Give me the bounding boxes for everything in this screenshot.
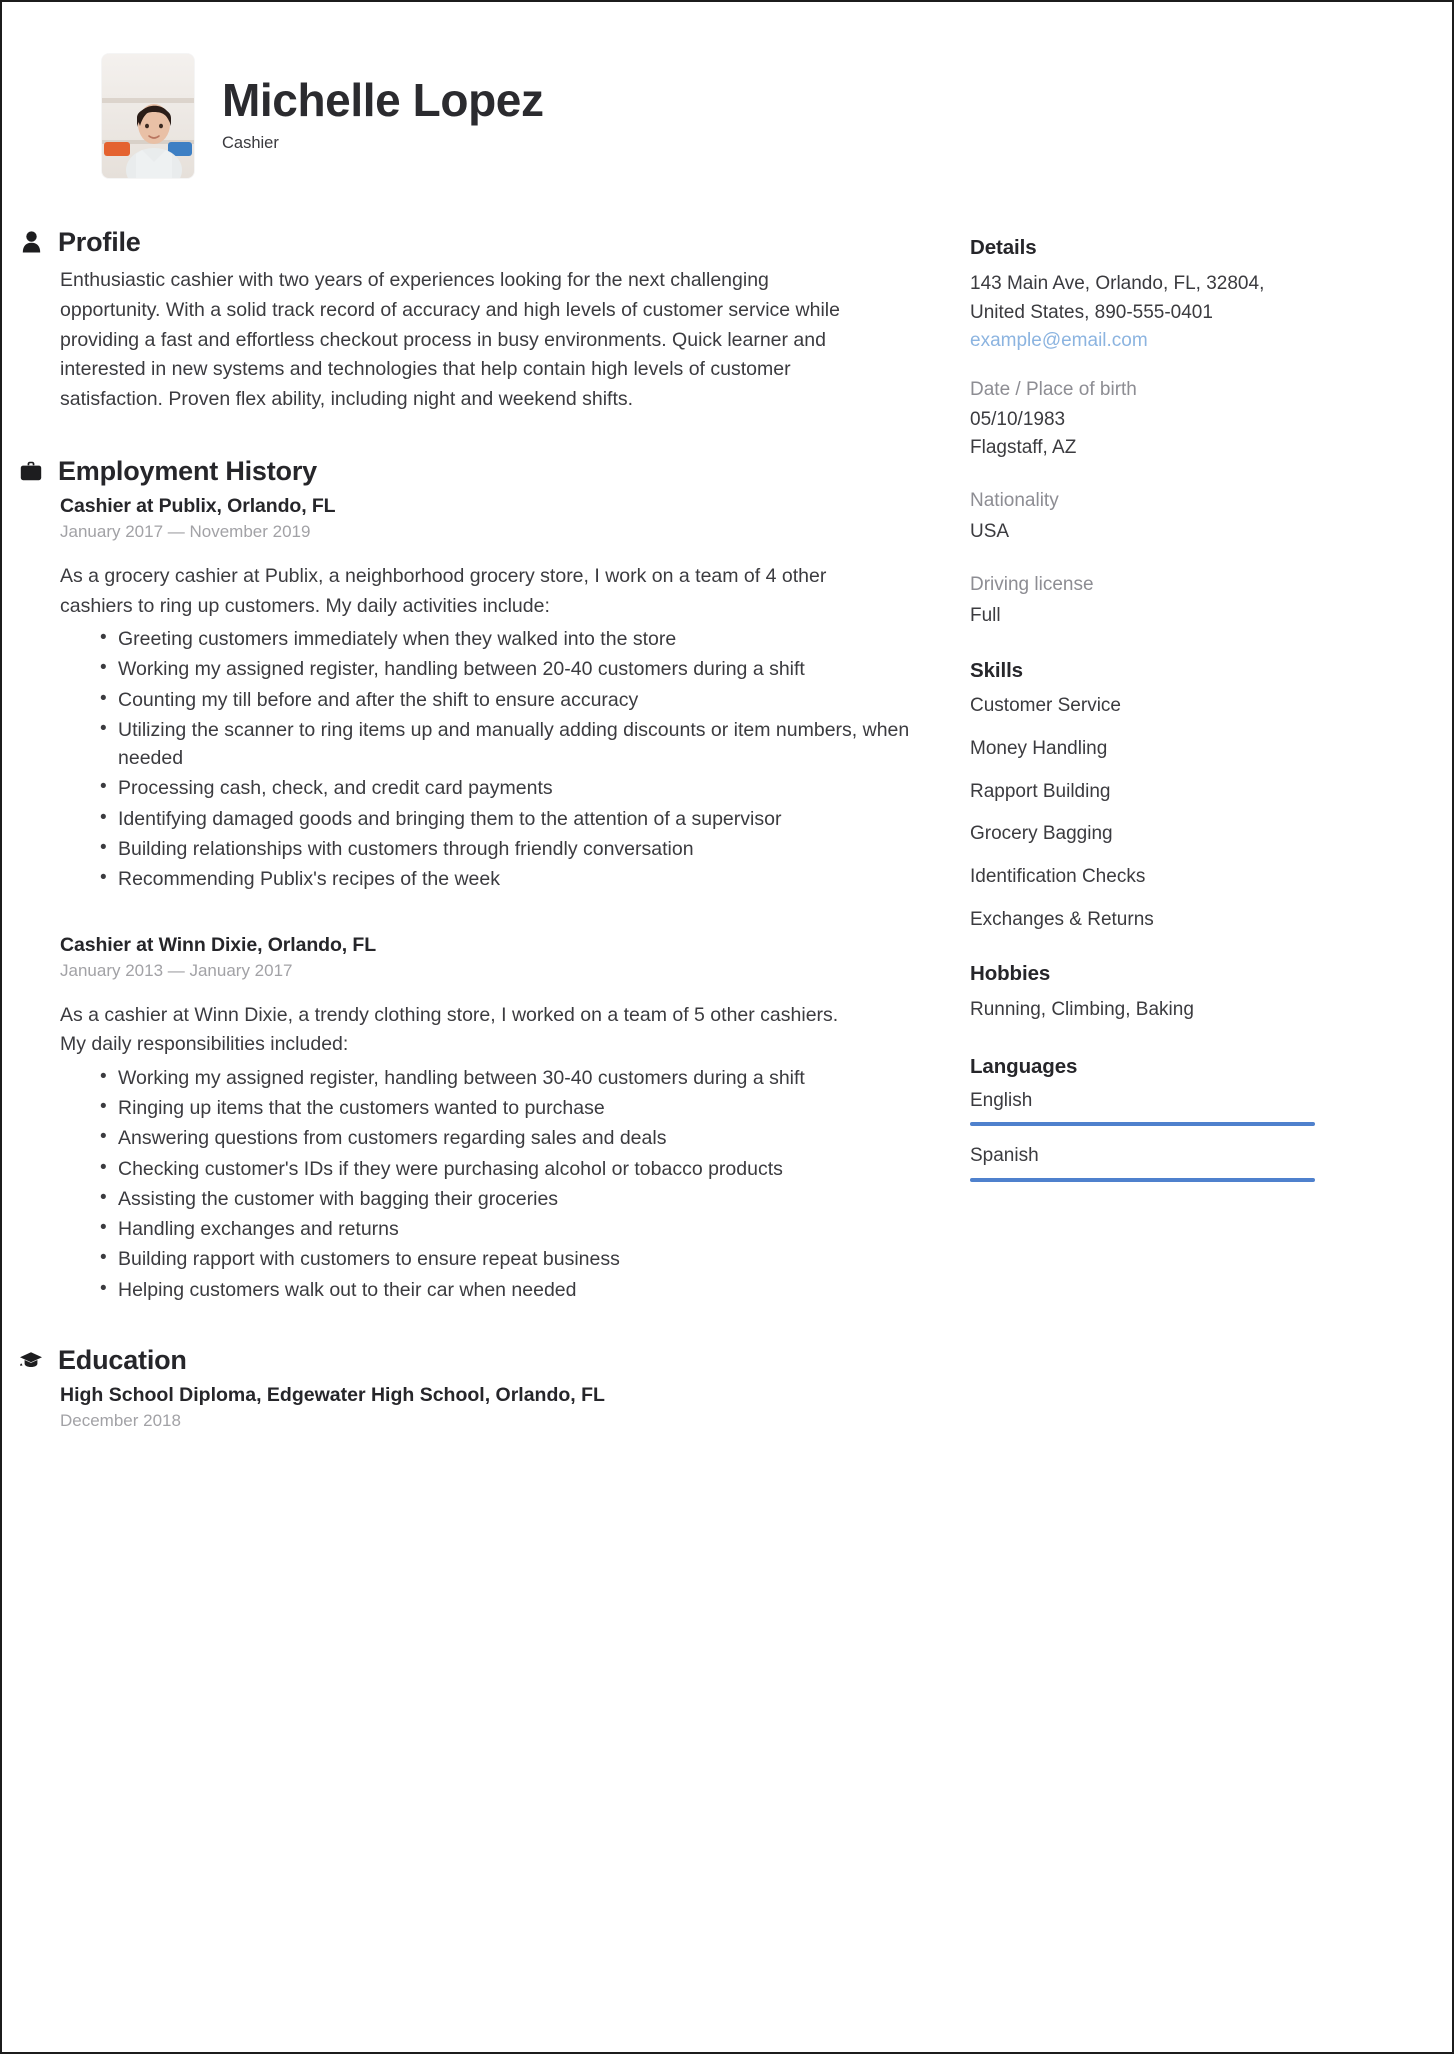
language-name: Spanish bbox=[970, 1145, 1039, 1167]
address-line-1: 143 Main Ave, Orlando, FL, 32804, bbox=[970, 273, 1265, 294]
list-item: Utilizing the scanner to ring items up a… bbox=[100, 715, 922, 773]
job-entry: Cashier at Winn Dixie, Orlando, FL Janua… bbox=[60, 934, 922, 1304]
list-item: Greeting customers immediately when they… bbox=[100, 624, 922, 653]
section-education: Education High School Diploma, Edgewater… bbox=[20, 1344, 922, 1431]
section-profile: Profile Enthusiastic cashier with two ye… bbox=[22, 226, 922, 415]
list-item: Working my assigned register, handling b… bbox=[100, 1063, 922, 1092]
page-title: Michelle Lopez bbox=[222, 74, 544, 126]
list-item: Checking customer's IDs if they were pur… bbox=[100, 1154, 922, 1183]
list-item: Answering questions from customers regar… bbox=[100, 1123, 922, 1152]
job-dates: January 2013 — January 2017 bbox=[60, 960, 293, 980]
list-item: Handling exchanges and returns bbox=[100, 1214, 922, 1243]
driving-license-value: Full bbox=[970, 604, 1001, 626]
resume-page: Michelle Lopez Cashier Profile Enthusias… bbox=[0, 0, 1454, 2054]
list-item: Recommending Publix's recipes of the wee… bbox=[100, 864, 922, 893]
sidebar-languages: Languages English Spanish bbox=[970, 1054, 1315, 1183]
job-intro: As a grocery cashier at Publix, a neighb… bbox=[60, 564, 827, 617]
list-item: Rapport Building bbox=[970, 780, 1111, 802]
language-name: English bbox=[970, 1089, 1033, 1111]
sidebar-section-title: Languages bbox=[970, 1054, 1078, 1078]
profile-text: Enthusiastic cashier with two years of e… bbox=[60, 269, 840, 410]
resume-header: Michelle Lopez Cashier bbox=[60, 54, 1394, 178]
list-item: Helping customers walk out to their car … bbox=[100, 1275, 922, 1304]
birth-place: Flagstaff, AZ bbox=[970, 436, 1077, 458]
header-text: Michelle Lopez Cashier bbox=[222, 54, 544, 153]
address-line-2: United States, 890-555-0401 bbox=[970, 301, 1213, 323]
job-heading: Cashier at Winn Dixie, Orlando, FL bbox=[60, 933, 377, 956]
list-item: Working my assigned register, handling b… bbox=[100, 654, 922, 683]
section-employment: Employment History Cashier at Publix, Or… bbox=[20, 455, 922, 1304]
list-item: Building rapport with customers to ensur… bbox=[100, 1244, 922, 1273]
list-item: Identification Checks bbox=[970, 865, 1146, 887]
resume-sheet: Michelle Lopez Cashier Profile Enthusias… bbox=[2, 2, 1452, 2052]
briefcase-icon bbox=[18, 458, 44, 484]
birth-field: Date / Place of birth 05/10/1983 Flagsta… bbox=[970, 376, 1315, 462]
section-heading-education: Education bbox=[18, 1344, 922, 1376]
list-item: Customer Service bbox=[970, 695, 1121, 717]
sidebar-section-title: Details bbox=[970, 236, 1037, 259]
nationality-label: Nationality bbox=[970, 490, 1059, 512]
hobbies-text: Running, Climbing, Baking bbox=[970, 999, 1194, 1021]
nationality-value: USA bbox=[970, 520, 1010, 542]
sidebar-hobbies: Hobbies Running, Climbing, Baking bbox=[970, 962, 1315, 1025]
section-title: Education bbox=[58, 1344, 187, 1375]
job-bullets: Working my assigned register, handling b… bbox=[60, 1063, 922, 1304]
sidebar-section-title: Hobbies bbox=[970, 962, 1051, 986]
email-link[interactable]: example@email.com bbox=[970, 327, 1148, 356]
list-item: Grocery Bagging bbox=[970, 823, 1113, 845]
education-dates: December 2018 bbox=[60, 1411, 181, 1431]
language-level-bar bbox=[970, 1178, 1315, 1183]
profile-photo-icon bbox=[102, 54, 194, 178]
driving-license-field: Driving license Full bbox=[970, 571, 1315, 629]
job-title: Cashier bbox=[222, 134, 279, 153]
list-item: Processing cash, check, and credit card … bbox=[100, 773, 922, 802]
nationality-field: Nationality USA bbox=[970, 487, 1315, 545]
resume-body: Profile Enthusiastic cashier with two ye… bbox=[20, 226, 1394, 1471]
education-entry: High School Diploma, Edgewater High Scho… bbox=[60, 1384, 922, 1431]
section-heading-employment: Employment History bbox=[18, 455, 922, 487]
job-bullets: Greeting customers immediately when they… bbox=[60, 624, 922, 893]
sidebar-section-title: Skills bbox=[970, 659, 1023, 683]
language-item: English bbox=[970, 1089, 1315, 1127]
graduation-cap-icon bbox=[18, 1347, 44, 1373]
sidebar-details: Details 143 Main Ave, Orlando, FL, 32804… bbox=[970, 236, 1315, 629]
sidebar-skills: Skills Customer Service Money Handling R… bbox=[970, 659, 1315, 932]
birth-date: 05/10/1983 bbox=[970, 409, 1066, 431]
sidebar-column: Details 143 Main Ave, Orlando, FL, 32804… bbox=[970, 226, 1315, 1212]
list-item: Counting my till before and after the sh… bbox=[100, 685, 922, 714]
education-heading: High School Diploma, Edgewater High Scho… bbox=[60, 1384, 605, 1407]
list-item: Exchanges & Returns bbox=[970, 908, 1154, 930]
language-level-bar bbox=[970, 1122, 1315, 1127]
section-heading-profile: Profile bbox=[18, 226, 922, 258]
list-item: Money Handling bbox=[970, 737, 1108, 759]
birth-label: Date / Place of birth bbox=[970, 378, 1137, 400]
main-column: Profile Enthusiastic cashier with two ye… bbox=[20, 226, 922, 1471]
job-intro: As a cashier at Winn Dixie, a trendy clo… bbox=[60, 1003, 839, 1056]
list-item: Ringing up items that the customers want… bbox=[100, 1093, 922, 1122]
job-entry: Cashier at Publix, Orlando, FL January 2… bbox=[60, 495, 922, 894]
section-title: Employment History bbox=[58, 455, 317, 486]
section-title: Profile bbox=[58, 227, 141, 257]
list-item: Identifying damaged goods and bringing t… bbox=[100, 804, 922, 833]
list-item: Assisting the customer with bagging thei… bbox=[100, 1184, 922, 1213]
list-item: Building relationships with customers th… bbox=[100, 834, 922, 863]
person-icon bbox=[18, 229, 44, 255]
job-dates: January 2017 — November 2019 bbox=[60, 521, 311, 541]
job-heading: Cashier at Publix, Orlando, FL bbox=[60, 494, 336, 517]
avatar bbox=[102, 54, 194, 178]
language-item: Spanish bbox=[970, 1144, 1315, 1183]
driving-license-label: Driving license bbox=[970, 574, 1094, 596]
